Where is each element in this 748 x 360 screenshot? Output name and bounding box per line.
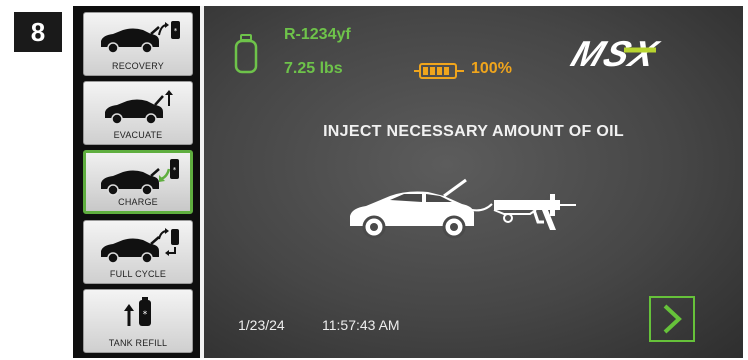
sidebar: * RECOVERY EVACUATE * CHARGE FULL CYCLE …: [73, 6, 200, 358]
battery-icon: [414, 61, 466, 86]
sidebar-item-full-cycle[interactable]: FULL CYCLE: [83, 220, 193, 284]
svg-text:MSX: MSX: [566, 33, 665, 74]
svg-text:*: *: [174, 27, 178, 35]
refrigerant-tank-icon: [234, 34, 258, 79]
sidebar-item-charge[interactable]: * CHARGE: [83, 150, 193, 214]
sidebar-item-label: TANK REFILL: [108, 338, 168, 348]
car-evacuate-icon: [84, 86, 192, 126]
sidebar-item-tank-refill[interactable]: * TANK REFILL: [83, 289, 193, 353]
instruction-text: INJECT NECESSARY AMOUNT OF OIL: [323, 123, 624, 140]
tank-refill-icon: *: [84, 294, 192, 334]
sidebar-item-label: CHARGE: [118, 197, 158, 207]
refrigerant-type: R-1234yf: [284, 26, 351, 43]
sidebar-item-label: RECOVERY: [112, 61, 164, 71]
car-tank-recovery-icon: *: [84, 17, 192, 57]
sidebar-item-recovery[interactable]: * RECOVERY: [83, 12, 193, 76]
car-charge-icon: *: [86, 157, 190, 197]
oil-injection-illustration: [344, 174, 584, 249]
car-full-cycle-icon: [84, 225, 192, 265]
current-date: 1/23/24: [238, 317, 285, 333]
svg-text:*: *: [173, 166, 177, 174]
device-screen-frame: * RECOVERY EVACUATE * CHARGE FULL CYCLE …: [73, 6, 743, 358]
battery-percentage: 100%: [471, 60, 512, 77]
svg-text:*: *: [143, 310, 148, 320]
msx-logo: MSX: [564, 30, 714, 79]
sidebar-item-label: FULL CYCLE: [109, 269, 167, 279]
next-button[interactable]: [649, 296, 695, 342]
current-time: 11:57:43 AM: [322, 317, 400, 333]
chevron-right-icon: [663, 304, 682, 334]
main-screen: R-1234yf 7.25 lbs 100% MSX INJECT NECESS…: [204, 6, 743, 358]
sidebar-item-evacuate[interactable]: EVACUATE: [83, 81, 193, 145]
refrigerant-weight: 7.25 lbs: [284, 60, 343, 77]
sidebar-item-label: EVACUATE: [113, 130, 163, 140]
step-number-badge: 8: [14, 12, 62, 52]
